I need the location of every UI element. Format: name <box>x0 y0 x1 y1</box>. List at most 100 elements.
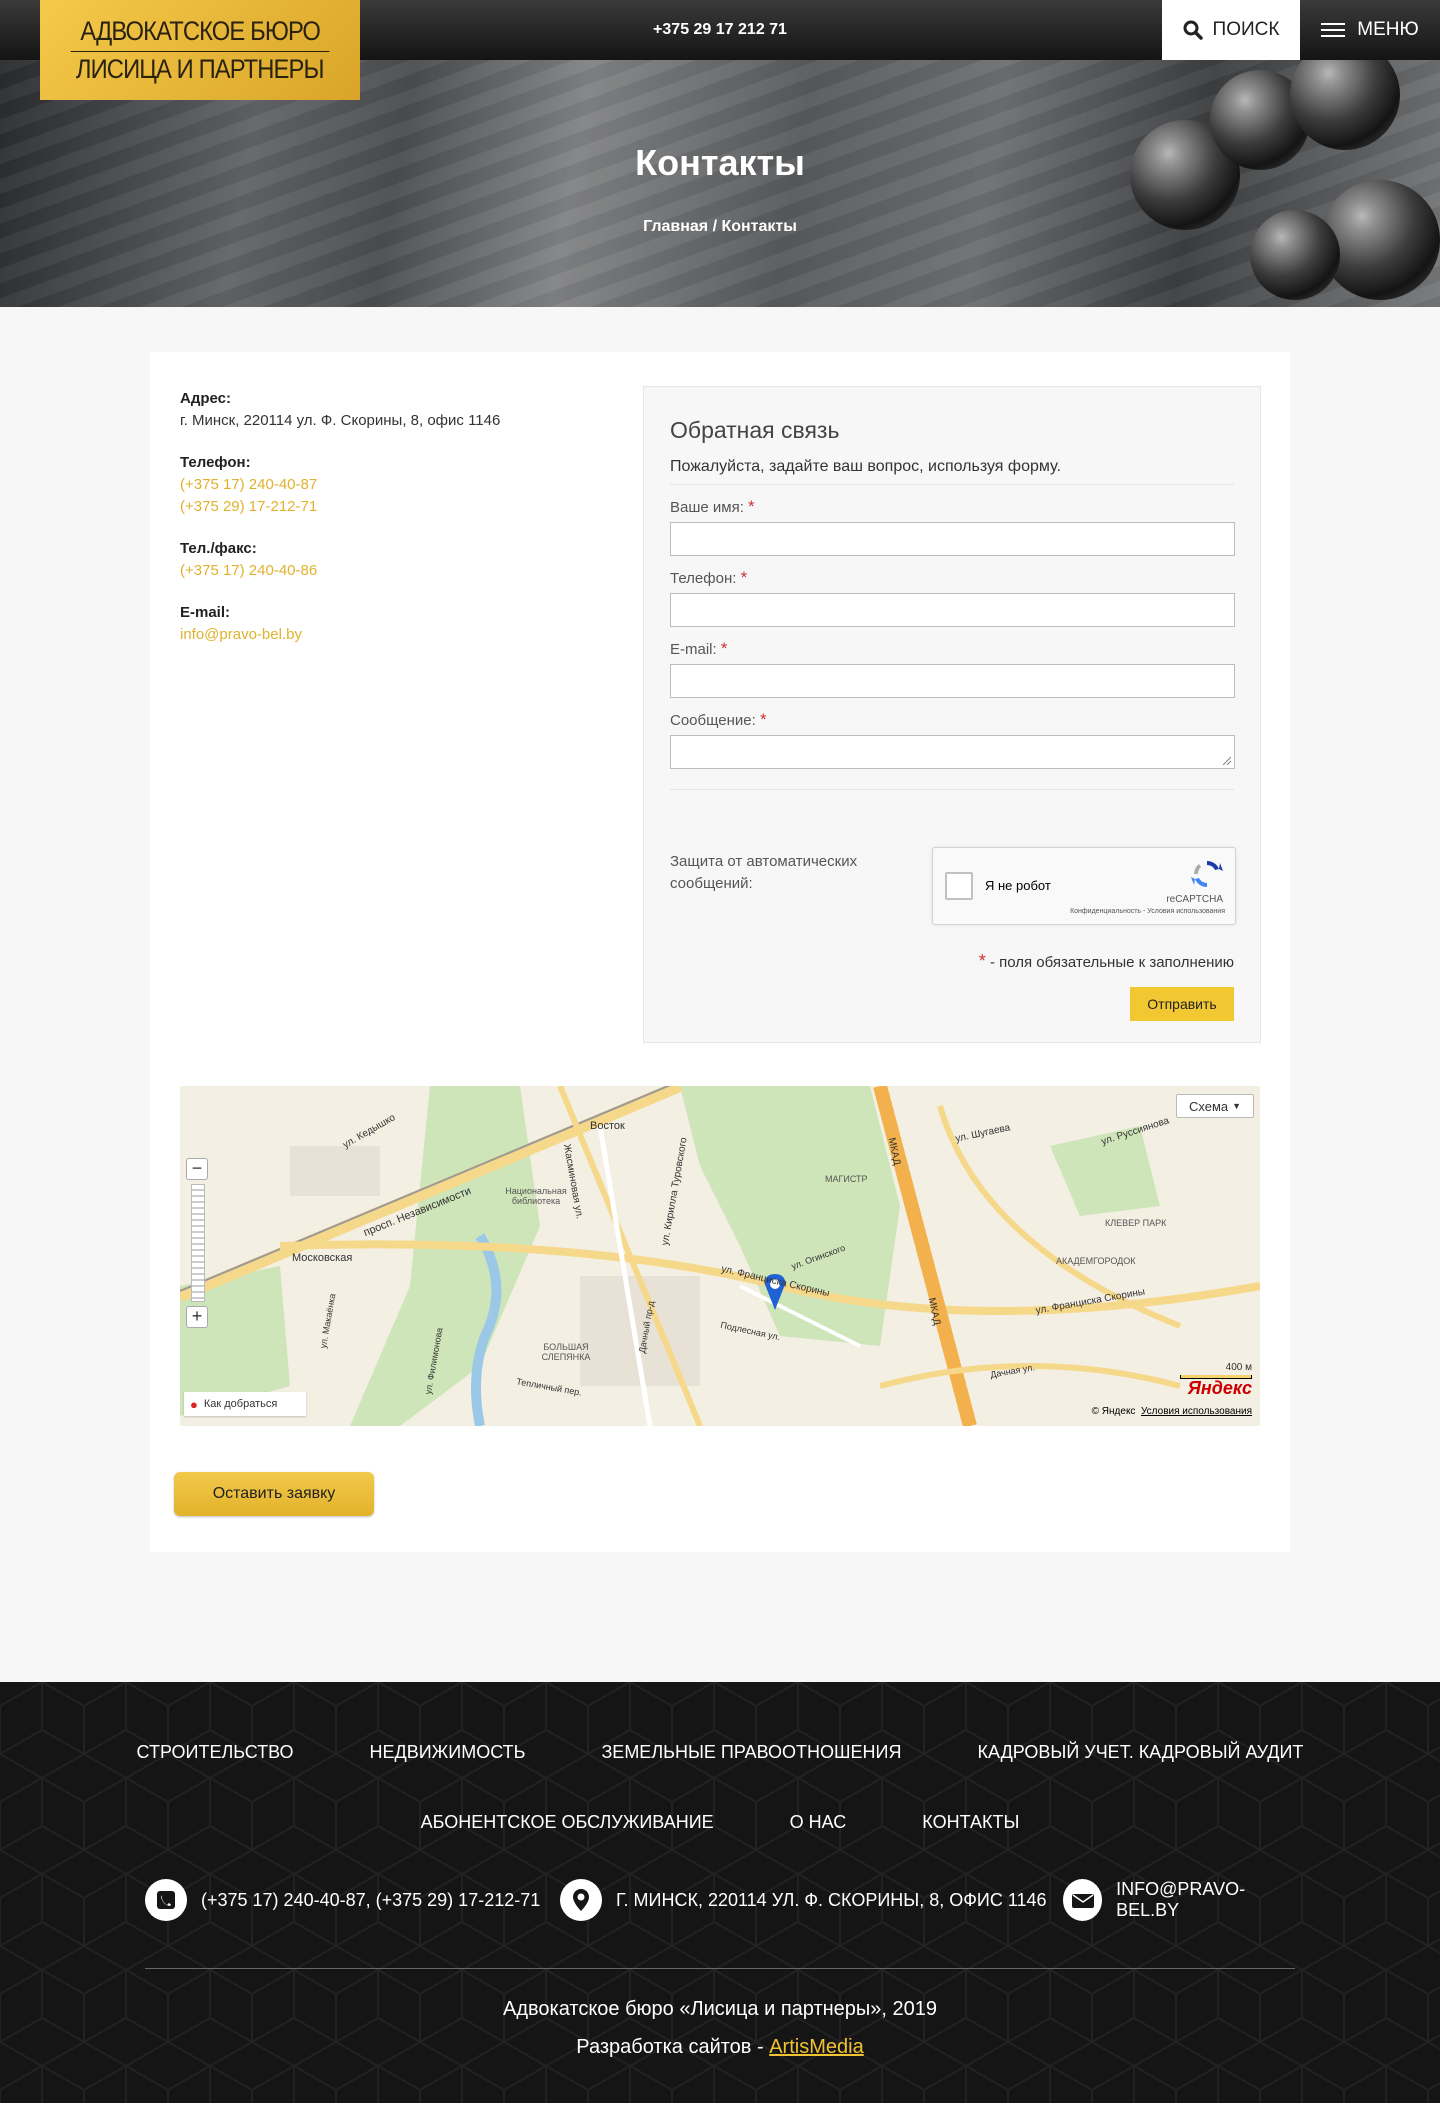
footer-nav-item[interactable]: АБОНЕНТСКОЕ ОБСЛУЖИВАНИЕ <box>421 1812 714 1833</box>
map-label: БОЛЬШАЯ СЛЕПЯНКА <box>541 1342 591 1362</box>
form-subtitle: Пожалуйста, задайте ваш вопрос, использу… <box>670 458 1234 485</box>
footer-address: Г. МИНСК, 220114 УЛ. Ф. СКОРИНЫ, 8, ОФИС… <box>560 1879 1047 1921</box>
terms-link[interactable]: Условия использования <box>1141 1406 1252 1417</box>
map-label: Московская <box>292 1252 353 1264</box>
feedback-form: Обратная связь Пожалуйста, задайте ваш в… <box>643 386 1261 1043</box>
contact-info: Адрес: г. Минск, 220114 ул. Ф. Скорины, … <box>180 388 580 666</box>
address-value: г. Минск, 220114 ул. Ф. Скорины, 8, офис… <box>180 412 501 429</box>
required-mark: * <box>740 568 748 587</box>
fax-label: Тел./факс: <box>180 540 257 557</box>
site-logo[interactable]: АДВОКАТСКОЕ БЮРО ЛИСИЦА И ПАРТНЕРЫ <box>40 0 360 100</box>
header-phone[interactable]: +375 29 17 212 71 <box>600 0 840 60</box>
form-title: Обратная связь <box>670 417 840 443</box>
menu-button[interactable]: МЕНЮ <box>1300 0 1440 60</box>
search-label: ПОИСК <box>1212 19 1280 40</box>
email-input[interactable] <box>670 664 1235 698</box>
required-mark: * <box>978 951 986 971</box>
phone-icon <box>145 1879 187 1921</box>
footer-nav-item[interactable]: О НАС <box>790 1812 847 1833</box>
copyright-text: © Яндекс <box>1091 1406 1136 1417</box>
phone-label-text: Телефон: <box>670 570 737 587</box>
footer-phones-text[interactable]: (+375 17) 240-40-87, (+375 29) 17-212-71 <box>201 1890 540 1911</box>
yandex-map[interactable]: Восток Московская МАГИСТР КЛЕВЕР ПАРК АК… <box>180 1086 1260 1426</box>
page-title: Контакты <box>635 142 805 183</box>
phone-field-label: Телефон: * <box>670 568 1234 590</box>
recaptcha-widget: Я не робот reCAPTCHA Конфиденциальность … <box>932 847 1236 925</box>
content-card: Адрес: г. Минск, 220114 ул. Ф. Скорины, … <box>150 352 1290 1552</box>
map-type-dropdown[interactable]: Схема ▼ <box>1176 1094 1254 1118</box>
email-link[interactable]: info@pravo-bel.by <box>180 624 580 646</box>
fax-link[interactable]: (+375 17) 240-40-86 <box>180 560 580 582</box>
map-label: Национальная библиотека <box>505 1186 567 1206</box>
map-label: КЛЕВЕР ПАРК <box>1105 1218 1167 1228</box>
logo-line-2: ЛИСИЦА И ПАРТНЕРЫ <box>76 53 325 84</box>
submit-button[interactable]: Отправить <box>1130 987 1234 1021</box>
site-footer: СТРОИТЕЛЬСТВО НЕДВИЖИМОСТЬ ЗЕМЕЛЬНЫЕ ПРА… <box>0 1682 1440 2103</box>
footer-nav-item[interactable]: КАДРОВЫЙ УЧЕТ. КАДРОВЫЙ АУДИТ <box>977 1742 1303 1763</box>
required-note-text: - поля обязательные к заполнению <box>985 954 1234 971</box>
form-divider <box>670 789 1234 790</box>
captcha-brand: reCAPTCHA <box>1166 894 1223 905</box>
menu-label: МЕНЮ <box>1357 19 1419 40</box>
footer-email-text[interactable]: INFO@PRAVO-BEL.BY <box>1116 1879 1295 1921</box>
mail-icon <box>1063 1879 1103 1921</box>
map-label: АКАДЕМГОРОДОК <box>1056 1256 1136 1266</box>
route-button[interactable]: ● Как добраться <box>184 1392 306 1416</box>
route-pin-icon: ● <box>190 1396 198 1412</box>
name-field-label: Ваше имя: * <box>670 497 1234 519</box>
footer-contacts: (+375 17) 240-40-87, (+375 29) 17-212-71… <box>145 1879 1295 1921</box>
phone-link-2[interactable]: (+375 29) 17-212-71 <box>180 496 580 518</box>
dev-prefix: Разработка сайтов - <box>576 2036 770 2058</box>
footer-nav-row-1: СТРОИТЕЛЬСТВО НЕДВИЖИМОСТЬ ЗЕМЕЛЬНЫЕ ПРА… <box>0 1742 1440 1763</box>
map-scale: 400 м <box>1180 1362 1252 1379</box>
map-copyright: © Яндекс Условия использования <box>1092 1406 1252 1417</box>
message-label-text: Сообщение: <box>670 712 756 729</box>
name-input[interactable] <box>670 522 1235 556</box>
required-mark: * <box>759 710 767 729</box>
search-icon <box>1183 20 1203 40</box>
logo-line-1: АДВОКАТСКОЕ БЮРО <box>70 16 330 52</box>
required-mark: * <box>748 497 755 516</box>
zoom-out-button[interactable]: − <box>186 1158 208 1180</box>
footer-nav-row-2: АБОНЕНТСКОЕ ОБСЛУЖИВАНИЕ О НАС КОНТАКТЫ <box>0 1812 1440 1833</box>
search-button[interactable]: ПОИСК <box>1162 0 1300 60</box>
map-zoom-control: − + <box>186 1158 210 1332</box>
phone-link-1[interactable]: (+375 17) 240-40-87 <box>180 474 580 496</box>
captcha-label: Защита от автоматических сообщений: <box>670 853 858 892</box>
email-label-text: E-mail: <box>670 641 717 658</box>
hamburger-icon <box>1321 23 1346 37</box>
phone-label: Телефон: <box>180 454 251 471</box>
zoom-slider[interactable] <box>191 1184 205 1302</box>
footer-nav-item[interactable]: ЗЕМЕЛЬНЫЕ ПРАВООТНОШЕНИЯ <box>601 1742 901 1763</box>
map-label: МАГИСТР <box>825 1174 868 1184</box>
footer-phone: (+375 17) 240-40-87, (+375 29) 17-212-71 <box>145 1879 540 1921</box>
zoom-in-button[interactable]: + <box>186 1306 208 1328</box>
message-field-label: Сообщение: * <box>670 710 1234 732</box>
footer-address-text: Г. МИНСК, 220114 УЛ. Ф. СКОРИНЫ, 8, ОФИС… <box>616 1889 1047 1910</box>
name-label-text: Ваше имя: <box>670 499 744 516</box>
scale-label: 400 м <box>1225 1362 1252 1373</box>
location-pin-icon <box>560 1879 602 1921</box>
footer-nav-item[interactable]: СТРОИТЕЛЬСТВО <box>137 1742 294 1763</box>
map-type-label: Схема <box>1188 1098 1229 1114</box>
breadcrumb[interactable]: Главная / Контакты <box>0 218 1440 236</box>
route-label: Как добраться <box>203 1398 278 1410</box>
phone-input[interactable] <box>670 593 1235 627</box>
footer-copyright: Адвокатское бюро «Лисица и партнеры», 20… <box>502 1998 938 2020</box>
footer-email: INFO@PRAVO-BEL.BY <box>1063 1879 1295 1921</box>
email-field-label: E-mail: * <box>670 639 1234 661</box>
captcha-privacy[interactable]: Конфиденциальность - Условия использован… <box>1070 908 1225 915</box>
yandex-logo: Яндекс <box>1187 1378 1252 1398</box>
developer-link[interactable]: ArtisMedia <box>769 2036 863 2058</box>
required-mark: * <box>720 639 728 658</box>
email-label: E-mail: <box>180 604 231 621</box>
apply-button[interactable]: Оставить заявку <box>174 1472 374 1516</box>
recaptcha-icon <box>1191 861 1223 887</box>
footer-developer: Разработка сайтов - ArtisMedia <box>0 2036 1440 2059</box>
captcha-checkbox[interactable] <box>945 872 973 900</box>
footer-nav-item[interactable]: НЕДВИЖИМОСТЬ <box>370 1742 526 1763</box>
footer-nav-item[interactable]: КОНТАКТЫ <box>922 1812 1019 1833</box>
footer-divider <box>145 1968 1295 1969</box>
message-textarea[interactable] <box>670 735 1235 769</box>
map-label: Восток <box>590 1120 625 1132</box>
